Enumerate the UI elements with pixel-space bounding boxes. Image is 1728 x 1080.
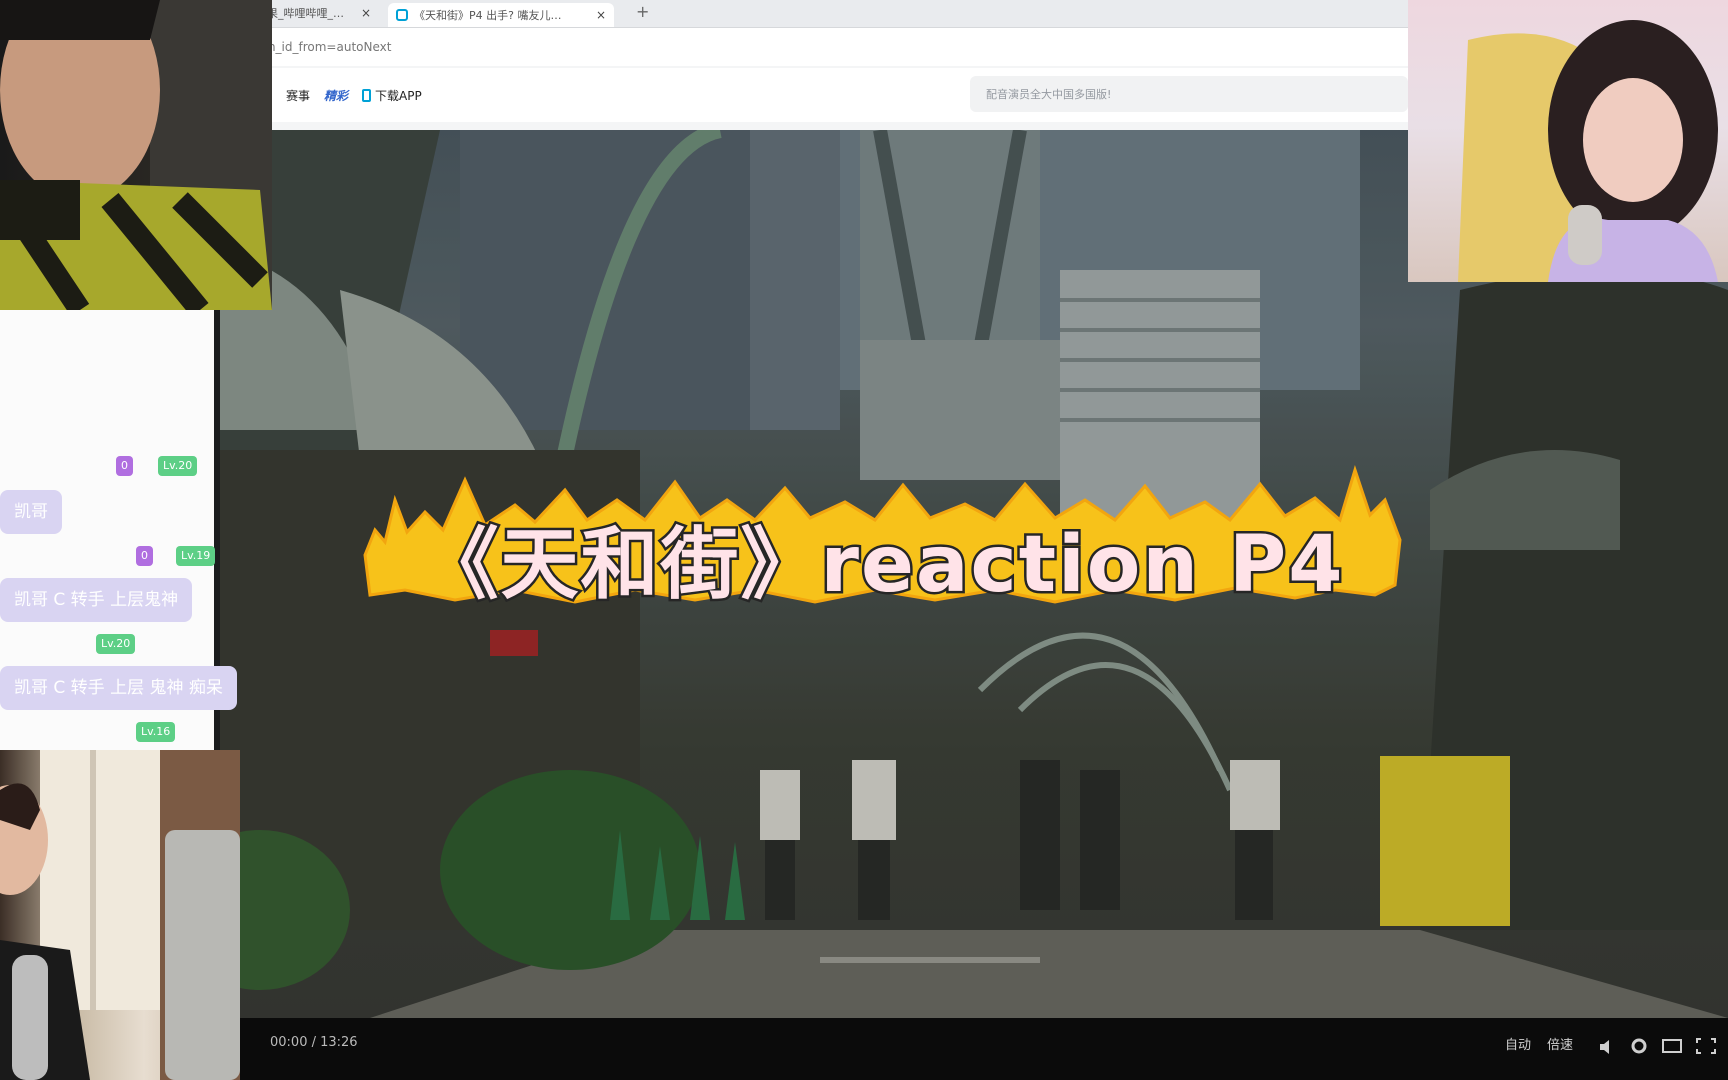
volume-icon[interactable] (1598, 1038, 1616, 1056)
fullscreen-icon[interactable] (1696, 1038, 1716, 1054)
playback-time: 00:00 / 13:26 (270, 1035, 358, 1050)
tv-icon (396, 9, 408, 21)
search-placeholder: 配音演员全大中国多国版! (986, 88, 1112, 101)
site-header: 首页 赛事 精彩 下载APP 配音演员全大中国多国版! (248, 68, 1408, 122)
quality-button[interactable]: 自动 (1505, 1034, 1531, 1053)
chat-message: 凯哥 C 转手 上层鬼神 (0, 578, 193, 622)
tab-strip: …果_哔哩哔哩_… × 《天和街》P4 出手? 嘴友儿… × + (248, 0, 1408, 28)
title-latin: reaction P4 (818, 518, 1345, 613)
chat-message: 凯哥 C 转手 上层 鬼神 痴呆 (0, 666, 237, 710)
title-banner: 《天和街》reaction P4 (355, 460, 1410, 620)
fan-badge: 0 (116, 456, 133, 476)
close-icon[interactable]: × (361, 6, 371, 20)
level-badge: Lv.20 (96, 634, 136, 654)
address-bar[interactable]: spm_id_from=autoNext (248, 28, 1410, 66)
speed-button[interactable]: 倍速 (1547, 1034, 1573, 1053)
title-cjk: 《天和街》 (418, 518, 821, 613)
widescreen-icon[interactable] (1662, 1038, 1682, 1054)
phone-icon (362, 88, 372, 102)
level-badge: Lv.19 (176, 546, 216, 566)
streamer-portrait-image (1458, 20, 1718, 282)
close-icon[interactable]: × (596, 8, 606, 22)
new-tab-button[interactable]: + (636, 2, 649, 21)
browser-window: …果_哔哩哔哩_… × 《天和街》P4 出手? 嘴友儿… × + spm_id_… (248, 0, 1410, 131)
nav-events[interactable]: 赛事 (286, 87, 310, 104)
nav-highlight[interactable]: 精彩 (324, 87, 348, 104)
search-input[interactable]: 配音演员全大中国多国版! (970, 76, 1408, 112)
webcam-streamer-male (0, 0, 272, 310)
danmaku-chat-panel: 0 Lv.20 凯哥 0 Lv.19 凯哥 C 转手 上层鬼神 Lv.20 凯哥… (0, 310, 237, 750)
gear-icon[interactable] (1630, 1037, 1648, 1055)
webcam-streamer-female-right (1408, 0, 1728, 282)
tab-label: 《天和街》P4 出手? 嘴友儿… (414, 9, 562, 22)
webcam-streamer-female-left (0, 750, 240, 1080)
tab-active-video[interactable]: 《天和街》P4 出手? 嘴友儿… × (388, 3, 614, 27)
streamer-portrait-image (0, 0, 272, 310)
level-badge: Lv.16 (136, 722, 176, 742)
download-app-label: 下载APP (375, 88, 422, 103)
fan-badge: 0 (136, 546, 153, 566)
streamer-portrait-image (0, 750, 240, 1080)
chat-message: 凯哥 (0, 490, 62, 534)
download-app-link[interactable]: 下载APP (362, 87, 422, 104)
player-controls: 00:00 / 13:26 自动 倍速 (220, 1018, 1728, 1080)
video-title: 《天和街》reaction P4 (355, 502, 1410, 614)
level-badge: Lv.20 (158, 456, 198, 476)
